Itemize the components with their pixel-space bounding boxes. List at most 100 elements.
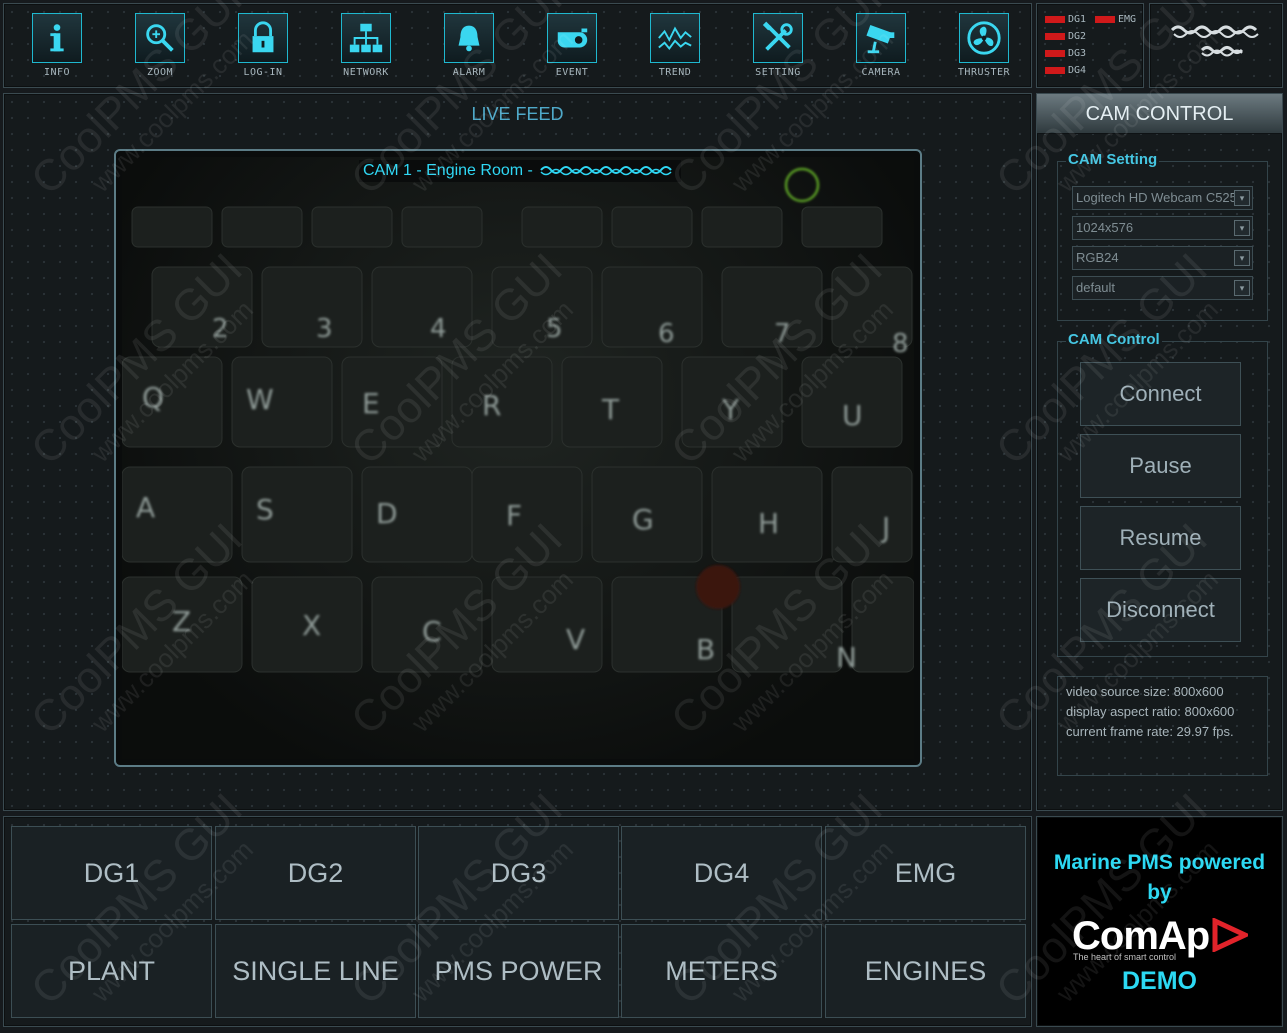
led-indicator [1045, 33, 1065, 40]
toolbar-label: EVENT [555, 67, 589, 78]
svg-text:R: R [482, 389, 501, 422]
demo-label: DEMO [1122, 967, 1197, 995]
svg-text:Q: Q [142, 381, 164, 414]
nav-plant-button[interactable]: PLANT [11, 924, 212, 1018]
svg-text:3: 3 [316, 314, 333, 344]
svg-text:X: X [302, 609, 321, 642]
svg-text:B: B [696, 633, 715, 666]
zoom-icon [135, 13, 185, 63]
toolbar-thruster[interactable]: THRUSTER [944, 4, 1024, 84]
cam-control-panel: CAM CONTROL CAM Setting Logitech HD Webc… [1036, 93, 1283, 811]
toolbar-event[interactable]: EVENT [532, 4, 612, 84]
chevron-down-icon: ▾ [1234, 280, 1250, 296]
svg-text:2: 2 [212, 314, 229, 344]
toolbar-label: CAMERA [861, 67, 901, 78]
toolbar-label: TREND [658, 67, 692, 78]
lock-icon [238, 13, 288, 63]
chevron-down-icon: ▾ [1234, 190, 1250, 206]
svg-text:E: E [362, 387, 380, 420]
top-toolbar: INFO ZOOM LOG-IN NETWORK ALARM EVENT TRE… [3, 3, 1032, 88]
pause-button[interactable]: Pause [1080, 434, 1241, 498]
svg-text:4: 4 [430, 314, 447, 344]
video-info-line: video source size: 800x600 [1066, 684, 1224, 699]
camera-title-text: CAM 1 - Engine Room - [363, 162, 533, 179]
svg-text:N: N [836, 641, 857, 674]
led-indicator [1045, 16, 1065, 23]
powered-by-by: by [1147, 881, 1172, 904]
company-logo-panel [1149, 3, 1283, 88]
nav-engines-button[interactable]: ENGINES [825, 924, 1026, 1018]
info-icon [32, 13, 82, 63]
disconnect-button[interactable]: Disconnect [1080, 578, 1241, 642]
svg-text:J: J [880, 511, 890, 544]
led-dg2: DG2 [1045, 31, 1086, 42]
svg-text:D: D [376, 497, 398, 530]
resolution-select[interactable]: 1024x576 ▾ [1072, 216, 1253, 240]
toolbar-label: LOG-IN [243, 67, 283, 78]
camera-video[interactable]: 2 3 4 5 6 7 8 Q W E R T Y U A S D F G H J Z X C V B N [121, 157, 915, 759]
svg-text:Z: Z [172, 605, 191, 638]
toolbar-label: ZOOM [146, 67, 174, 78]
nav-dg3-button[interactable]: DG3 [418, 826, 619, 920]
select-value: default [1076, 280, 1116, 295]
nav-meters-button[interactable]: METERS [621, 924, 822, 1018]
cam-control-header: CAM CONTROL [1037, 94, 1282, 134]
svg-text:H: H [758, 507, 779, 540]
toolbar-zoom[interactable]: ZOOM [120, 4, 200, 84]
video-info-box: video source size: 800x600 display aspec… [1057, 676, 1268, 776]
video-info-line: display aspect ratio: 800x600 [1066, 704, 1235, 719]
svg-text:V: V [566, 623, 585, 656]
toolbar-camera[interactable]: CAMERA [841, 4, 921, 84]
led-label: DG4 [1068, 65, 1087, 76]
cam-control-group: CAM Control Connect Pause Resume Disconn… [1057, 331, 1268, 657]
svg-text:F: F [506, 499, 522, 532]
live-feed-panel: LIVE FEED 2 3 4 5 6 7 8 Q W E R T Y U A S D F G H J Z X C V B N [3, 93, 1032, 811]
camera-frame: 2 3 4 5 6 7 8 Q W E R T Y U A S D F G H J Z X C V B N CAM 1 - E… [114, 149, 922, 767]
led-label: EMG [1118, 14, 1137, 25]
toolbar-alarm[interactable]: ALARM [429, 4, 509, 84]
toolbar-info[interactable]: INFO [17, 4, 97, 84]
toolbar-label: NETWORK [343, 67, 389, 78]
keyboard-video-image: 2 3 4 5 6 7 8 Q W E R T Y U A S D F G H J Z X C V B N [121, 168, 915, 674]
resume-button[interactable]: Resume [1080, 506, 1241, 570]
live-feed-title: LIVE FEED [471, 104, 564, 124]
nav-dg2-button[interactable]: DG2 [215, 826, 416, 920]
status-panel: DG1 EMG DG2 DG3 DG4 [1036, 3, 1144, 88]
preset-select[interactable]: default ▾ [1072, 276, 1253, 300]
nav-dg1-button[interactable]: DG1 [11, 826, 212, 920]
toolbar-network[interactable]: NETWORK [326, 4, 406, 84]
bell-icon [444, 13, 494, 63]
svg-text:U: U [842, 399, 863, 432]
nav-dg4-button[interactable]: DG4 [621, 826, 822, 920]
nav-emg-button[interactable]: EMG [825, 826, 1026, 920]
comap-tagline: The heart of smart control [1073, 952, 1177, 962]
network-icon [341, 13, 391, 63]
nav-single-line-button[interactable]: SINGLE LINE [215, 924, 416, 1018]
toolbar-trend[interactable]: TREND [635, 4, 715, 84]
led-emg: EMG [1095, 14, 1136, 25]
powered-by-text: Marine PMS powered [1053, 851, 1266, 874]
toolbar-login[interactable]: LOG-IN [223, 4, 303, 84]
select-value: 1024x576 [1076, 220, 1134, 235]
event-icon [547, 13, 597, 63]
led-indicator [1045, 67, 1065, 74]
led-label: DG3 [1068, 48, 1087, 59]
led-dg4: DG4 [1045, 65, 1086, 76]
cam-setting-group: CAM Setting Logitech HD Webcam C525 ▾ 102… [1057, 151, 1268, 321]
camera-title: CAM 1 - Engine Room - [359, 160, 682, 182]
trend-icon [650, 13, 700, 63]
led-indicator [1095, 16, 1115, 23]
svg-text:A: A [136, 491, 155, 524]
bottom-navigation: DG1 DG2 DG3 DG4 EMG PLANT SINGLE LINE PM… [3, 816, 1032, 1027]
toolbar-setting[interactable]: SETTING [738, 4, 818, 84]
svg-text:W: W [246, 383, 274, 416]
svg-text:5: 5 [546, 314, 563, 344]
toolbar-label: ALARM [452, 67, 486, 78]
device-select[interactable]: Logitech HD Webcam C525 ▾ [1072, 186, 1253, 210]
toolbar-label: THRUSTER [957, 67, 1011, 78]
cam-control-title: CAM Control [1066, 331, 1162, 348]
connect-button[interactable]: Connect [1080, 362, 1241, 426]
format-select[interactable]: RGB24 ▾ [1072, 246, 1253, 270]
fan-icon [959, 13, 1009, 63]
nav-pms-power-button[interactable]: PMS POWER [418, 924, 619, 1018]
